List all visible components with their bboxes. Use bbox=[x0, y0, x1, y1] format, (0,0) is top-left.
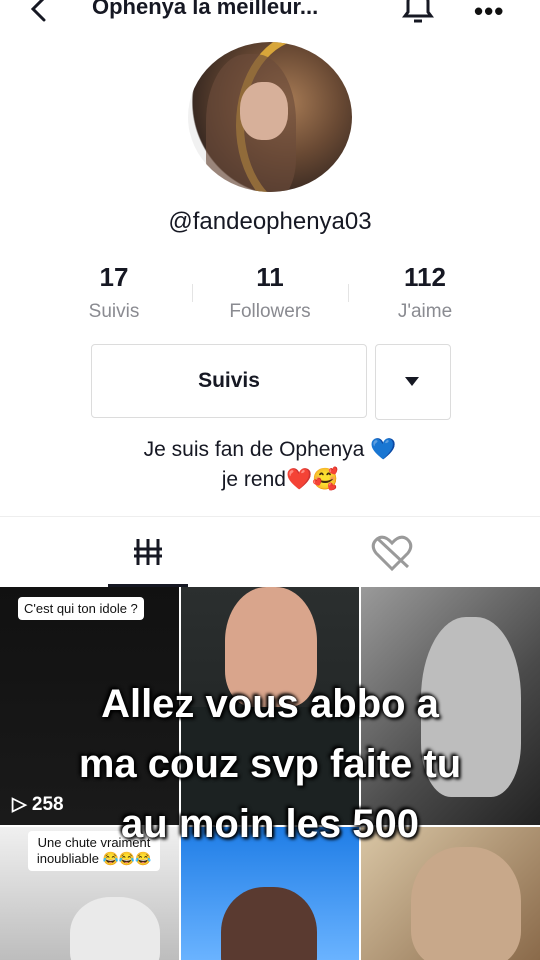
overlay-text: Allez vous abbo a ma couz svp faite tu a… bbox=[0, 674, 540, 854]
bell-icon[interactable] bbox=[400, 0, 436, 24]
stat-followers[interactable]: 11 Followers bbox=[200, 262, 340, 323]
bio-line-2: je rend❤️🥰 bbox=[221, 468, 339, 491]
liked-heart-icon[interactable] bbox=[370, 533, 414, 573]
stat-following[interactable]: 17 Suivis bbox=[44, 262, 184, 323]
overlay-line-1: Allez vous abbo a bbox=[101, 682, 439, 726]
stat-followers-value: 11 bbox=[256, 262, 284, 292]
stat-likes-value: 112 bbox=[404, 262, 446, 292]
back-icon[interactable] bbox=[24, 0, 54, 24]
username: @fandeophenya03 bbox=[168, 208, 372, 235]
overlay-line-3: au moin les 500 bbox=[121, 802, 419, 846]
tab-videos[interactable] bbox=[108, 517, 188, 587]
stat-likes[interactable]: 112 J'aime bbox=[355, 262, 495, 323]
avatar[interactable] bbox=[188, 42, 352, 192]
grid-icon bbox=[134, 539, 162, 565]
thumbnail-person bbox=[70, 897, 160, 960]
stat-likes-label: J'aime bbox=[397, 301, 453, 322]
profile-tabs bbox=[0, 516, 540, 587]
page-title: Ophenya la meilleur... bbox=[92, 0, 319, 19]
stat-following-value: 17 bbox=[99, 262, 129, 292]
thumbnail-person bbox=[411, 847, 521, 960]
stat-divider bbox=[348, 284, 349, 302]
top-bar: Ophenya la meilleur... ••• bbox=[0, 0, 540, 32]
overlay-line-2: ma couz svp faite tu bbox=[78, 742, 462, 786]
chevron-down-icon bbox=[405, 377, 419, 386]
thumbnail-person bbox=[221, 887, 317, 960]
stat-divider bbox=[192, 284, 193, 302]
avatar-face bbox=[240, 82, 288, 140]
stat-followers-label: Followers bbox=[229, 301, 311, 322]
more-icon[interactable]: ••• bbox=[474, 0, 504, 27]
following-button[interactable]: Suivis bbox=[91, 344, 367, 418]
stat-following-label: Suivis bbox=[88, 301, 140, 322]
suggestions-dropdown-button[interactable] bbox=[375, 344, 451, 420]
bio-line-1: Je suis fan de Ophenya 💙 bbox=[143, 438, 397, 461]
video-caption: C'est qui ton idole ? bbox=[18, 597, 144, 620]
